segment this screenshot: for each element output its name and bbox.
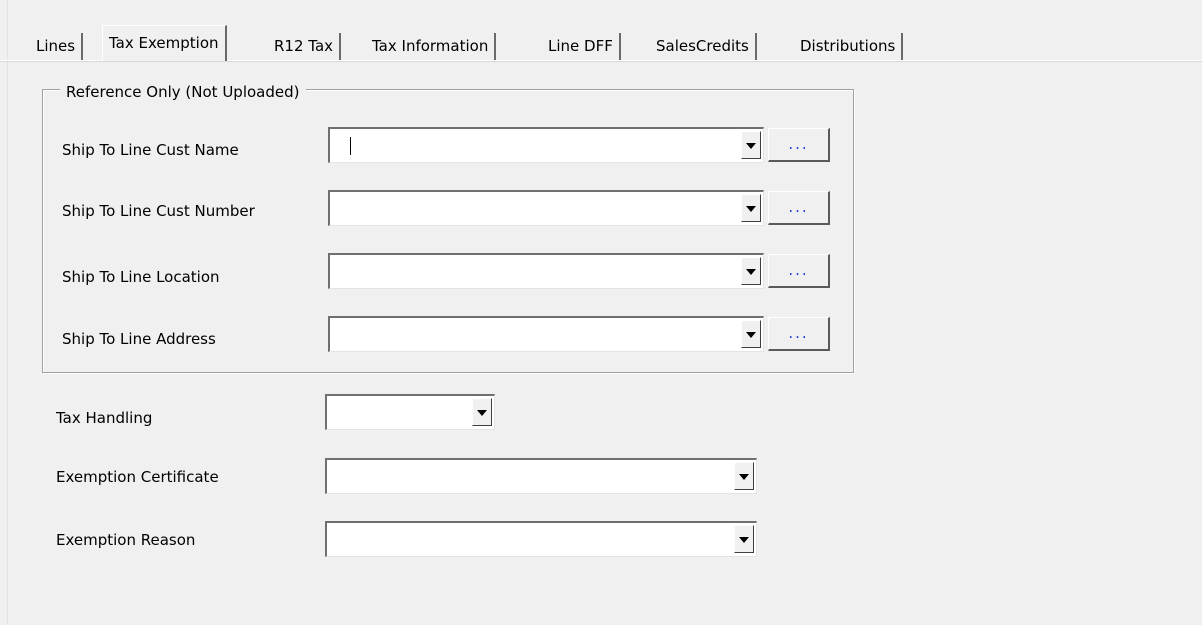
tab-distributions[interactable]: Distributions — [794, 33, 904, 60]
chevron-down-icon — [746, 143, 756, 149]
ship-to-cust-number-combo[interactable] — [328, 190, 764, 226]
chevron-down-icon — [746, 206, 756, 212]
tab-r12-tax[interactable]: R12 Tax — [268, 33, 342, 60]
ship-to-cust-number-label: Ship To Line Cust Number — [62, 202, 255, 220]
text-caret — [350, 137, 351, 155]
tab-strip: Lines Tax Exemption R12 Tax Tax Informat… — [0, 0, 1202, 62]
tab-lines[interactable]: Lines — [30, 33, 84, 60]
ship-to-cust-name-lookup-button[interactable]: ... — [768, 128, 830, 162]
chevron-down-icon — [739, 474, 749, 480]
exemption-reason-combo[interactable] — [325, 521, 757, 557]
tax-handling-combo[interactable] — [325, 394, 495, 430]
ship-to-address-combo[interactable] — [328, 316, 764, 352]
panel-left-edge — [7, 0, 8, 625]
chevron-down-icon — [477, 410, 487, 416]
ship-to-cust-name-combo[interactable] — [328, 127, 764, 163]
chevron-down-icon — [739, 537, 749, 543]
ship-to-location-dropdown-button[interactable] — [741, 257, 761, 285]
ship-to-cust-number-dropdown-button[interactable] — [741, 194, 761, 222]
ship-to-location-label: Ship To Line Location — [62, 268, 220, 286]
exemption-certificate-combo[interactable] — [325, 458, 757, 494]
exemption-reason-dropdown-button[interactable] — [734, 525, 754, 553]
exemption-certificate-label: Exemption Certificate — [56, 468, 219, 486]
ship-to-cust-name-label: Ship To Line Cust Name — [62, 141, 239, 159]
ship-to-location-combo[interactable] — [328, 253, 764, 289]
tab-salescredits[interactable]: SalesCredits — [650, 33, 757, 60]
tab-tax-exemption[interactable]: Tax Exemption — [102, 25, 227, 61]
ship-to-cust-number-lookup-button[interactable]: ... — [768, 191, 830, 225]
ship-to-address-label: Ship To Line Address — [62, 330, 216, 348]
exemption-certificate-dropdown-button[interactable] — [734, 462, 754, 490]
tab-baseline-shadow — [0, 61, 1202, 62]
reference-group-legend: Reference Only (Not Uploaded) — [60, 83, 306, 101]
tab-tax-information[interactable]: Tax Information — [366, 33, 497, 60]
ship-to-address-dropdown-button[interactable] — [741, 320, 761, 348]
tax-handling-label: Tax Handling — [56, 409, 153, 427]
ship-to-location-lookup-button[interactable]: ... — [768, 254, 830, 288]
ship-to-address-lookup-button[interactable]: ... — [768, 317, 830, 351]
chevron-down-icon — [746, 332, 756, 338]
exemption-reason-label: Exemption Reason — [56, 531, 196, 549]
chevron-down-icon — [746, 269, 756, 275]
tax-handling-dropdown-button[interactable] — [472, 398, 492, 426]
ship-to-cust-name-dropdown-button[interactable] — [741, 131, 761, 159]
tab-line-dff[interactable]: Line DFF — [542, 33, 621, 60]
